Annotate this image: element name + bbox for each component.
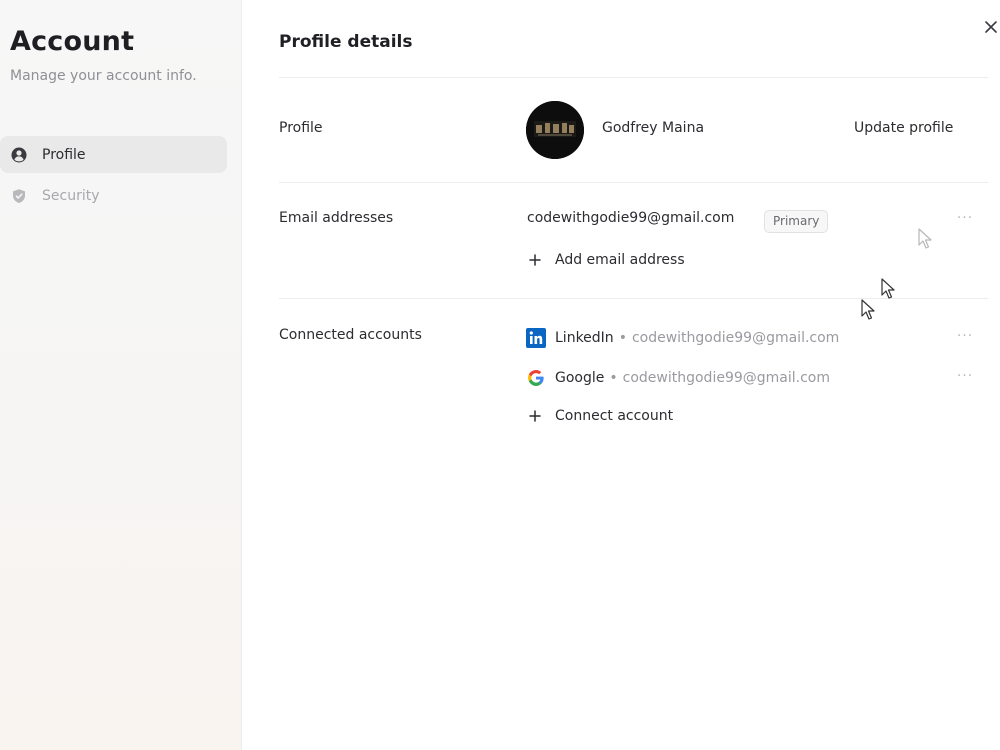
divider: [279, 77, 988, 78]
connect-account-label: Connect account: [555, 408, 674, 424]
primary-badge: Primary: [764, 210, 829, 233]
google-more-button[interactable]: ···: [953, 368, 977, 384]
sidebar-title: Account: [10, 26, 135, 57]
sidebar-item-label: Profile: [42, 146, 86, 163]
cursor-icon: [861, 299, 875, 320]
divider: [279, 182, 988, 183]
linkedin-icon: [526, 328, 546, 348]
cursor-icon: [918, 228, 932, 249]
separator: •: [609, 370, 618, 386]
sidebar-nav: Profile Security: [0, 136, 227, 218]
separator: •: [618, 330, 627, 346]
update-profile-button[interactable]: Update profile: [854, 120, 953, 136]
connect-account-button[interactable]: Connect account: [527, 408, 673, 424]
sidebar-subtitle: Manage your account info.: [10, 68, 197, 84]
add-email-label: Add email address: [555, 252, 685, 268]
sidebar-item-security[interactable]: Security: [0, 177, 227, 214]
email-address: codewithgodie99@gmail.com: [527, 210, 735, 226]
connected-account-linkedin: LinkedIn • codewithgodie99@gmail.com: [526, 328, 839, 348]
account-provider: Google: [555, 370, 605, 386]
profile-name: Godfrey Maina: [602, 120, 705, 136]
plus-icon: [527, 252, 543, 268]
sidebar-item-label: Security: [42, 187, 100, 204]
page-title: Profile details: [279, 32, 413, 52]
email-addresses-label: Email addresses: [279, 210, 394, 226]
user-circle-icon: [10, 146, 28, 164]
sidebar-item-profile[interactable]: Profile: [0, 136, 227, 173]
close-button[interactable]: [980, 16, 1000, 38]
account-email: codewithgodie99@gmail.com: [631, 330, 840, 346]
close-icon: [985, 21, 997, 33]
email-more-button[interactable]: ···: [953, 210, 977, 226]
add-email-button[interactable]: Add email address: [527, 252, 685, 268]
account-provider: LinkedIn: [555, 330, 614, 346]
profile-label: Profile: [279, 120, 323, 136]
connected-accounts-label: Connected accounts: [279, 327, 422, 343]
plus-icon: [527, 408, 543, 424]
account-email: codewithgodie99@gmail.com: [622, 370, 830, 386]
sidebar: Account Manage your account info. Profil…: [0, 0, 242, 750]
shield-icon: [10, 187, 28, 205]
connected-account-google: Google • codewithgodie99@gmail.com: [526, 368, 830, 388]
google-icon: [526, 368, 546, 388]
linkedin-more-button[interactable]: ···: [953, 328, 977, 344]
cursor-icon: [881, 278, 895, 299]
avatar[interactable]: [526, 101, 584, 159]
